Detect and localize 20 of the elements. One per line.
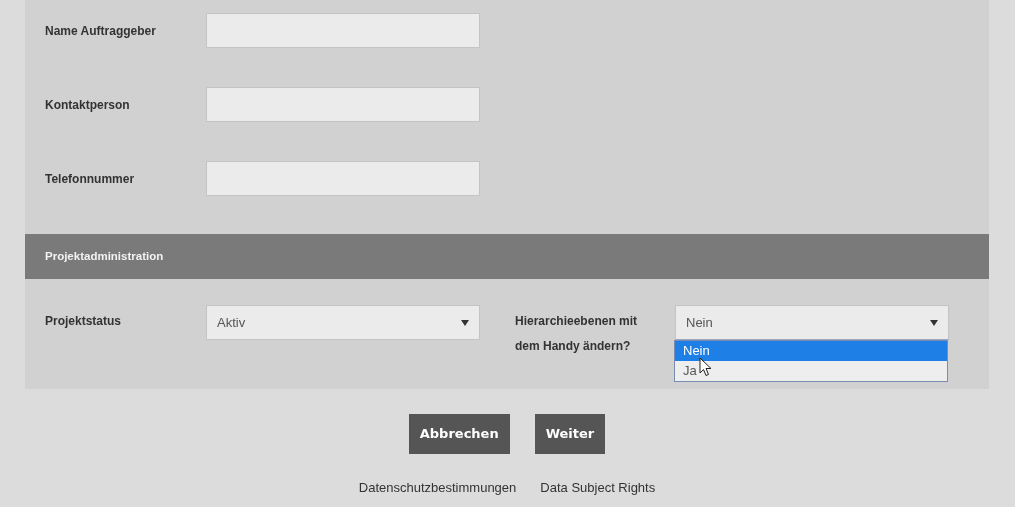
cursor-icon xyxy=(699,357,712,377)
text-field[interactable] xyxy=(206,87,480,122)
select-field[interactable]: Nein xyxy=(675,305,949,340)
dropdown-option[interactable]: Nein xyxy=(675,341,947,361)
action-button[interactable]: Abbrechen xyxy=(408,414,510,454)
field-label: Kontaktperson xyxy=(44,96,131,114)
text-field[interactable] xyxy=(206,13,480,48)
action-button[interactable]: Weiter xyxy=(534,414,606,454)
field-label: Telefonnummer xyxy=(44,170,136,188)
select-field[interactable]: Aktiv xyxy=(206,305,480,340)
footer-link[interactable]: Data Subject Rights xyxy=(540,478,656,498)
caret-icon xyxy=(930,319,938,326)
caret-icon xyxy=(461,319,469,326)
footer-link[interactable]: Datenschutzbestimmungen xyxy=(358,478,517,498)
field-label: Hierarchieebenen mit dem Handy ändern? xyxy=(515,313,639,355)
dropdown-option[interactable]: Ja xyxy=(675,361,947,381)
text-field[interactable] xyxy=(206,161,480,196)
section-header: Projektadministration xyxy=(45,248,164,264)
field-label: Projektstatus xyxy=(44,313,123,330)
field-label: Name Auftraggeber xyxy=(44,22,157,40)
